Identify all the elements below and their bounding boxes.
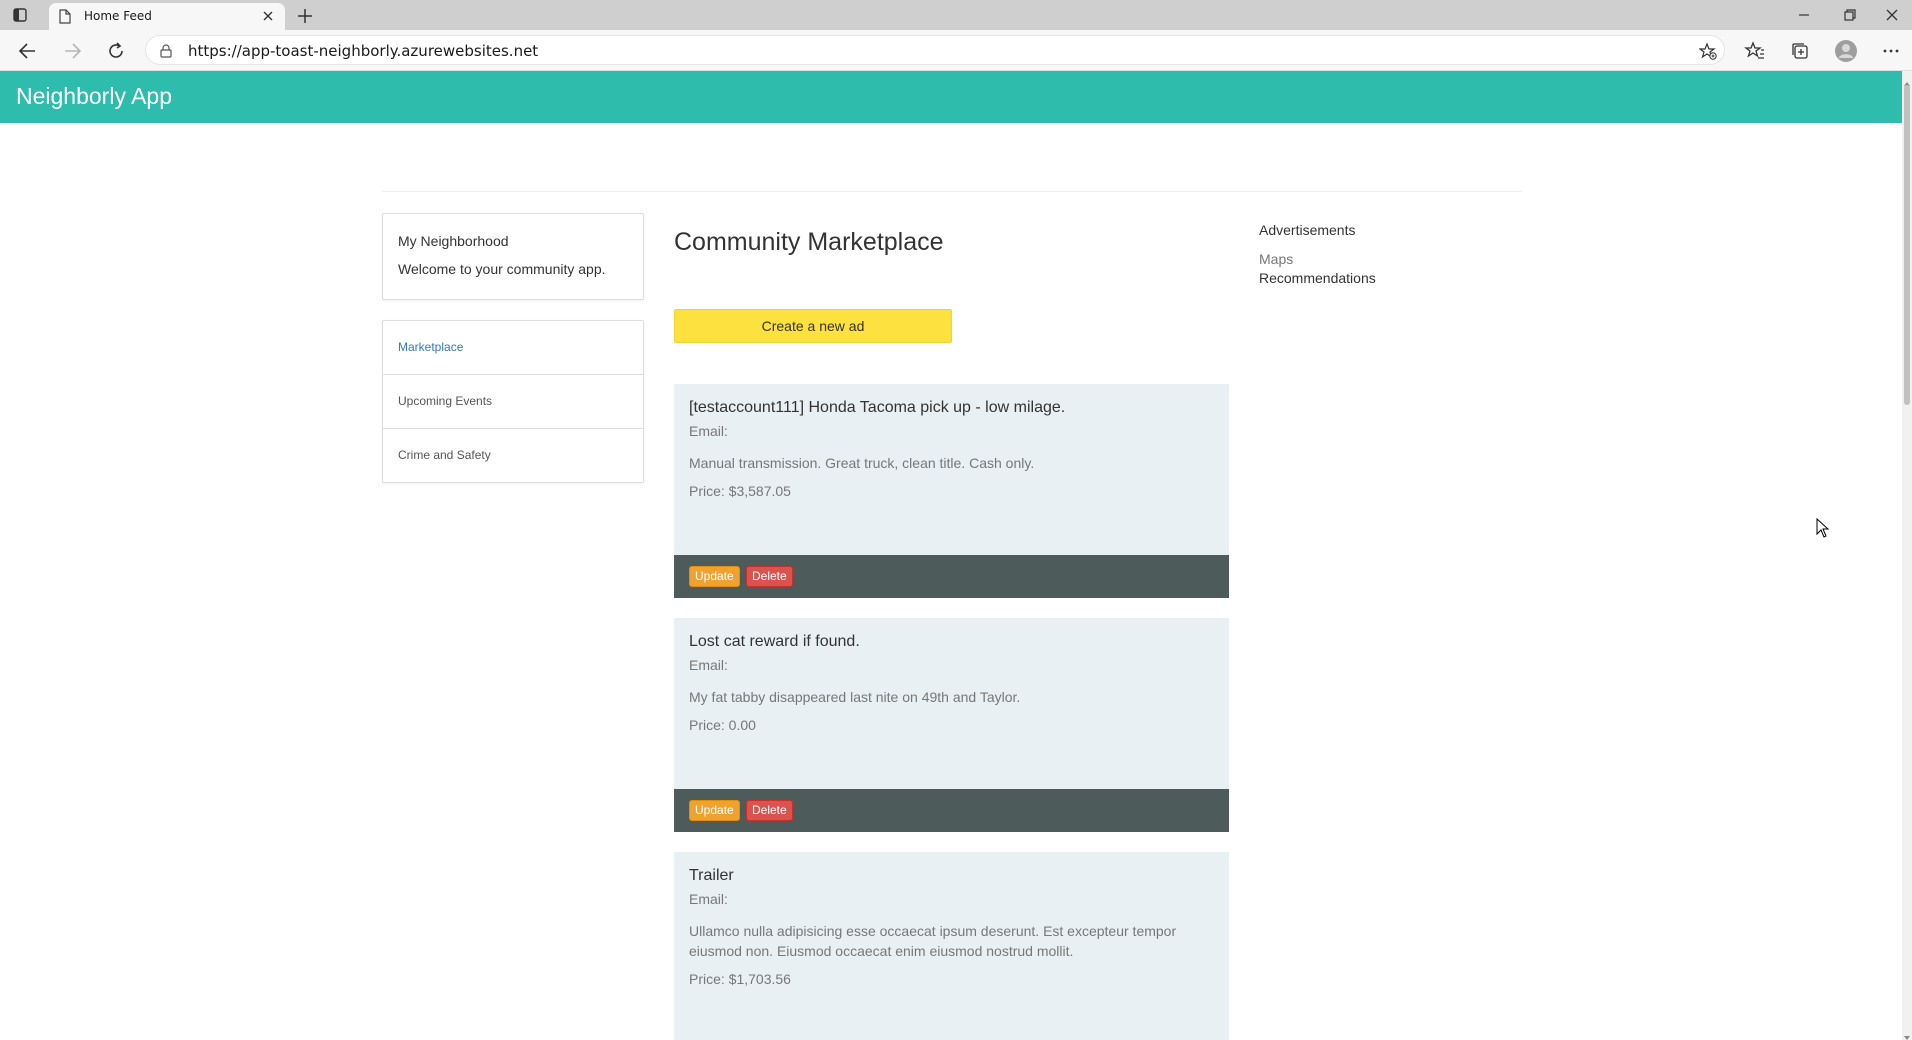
favorites-icon[interactable]: [1743, 39, 1767, 63]
update-button[interactable]: Update: [689, 800, 740, 821]
ad-title: Lost cat reward if found.: [689, 633, 860, 650]
ad-card: [testaccount111] Honda Tacoma pick up - …: [674, 384, 1229, 555]
minimize-icon[interactable]: [1784, 2, 1824, 28]
scroll-down-icon[interactable]: [1904, 1028, 1910, 1040]
sidebar-item-label[interactable]: Marketplace: [398, 340, 463, 354]
ad-card: Trailer Email: Ullamco nulla adipisicing…: [674, 852, 1229, 1040]
ad-title: [testaccount111] Honda Tacoma pick up - …: [689, 399, 1066, 416]
refresh-icon[interactable]: [103, 39, 129, 63]
address-bar[interactable]: https://app-toast-neighborly.azurewebsit…: [145, 35, 1725, 65]
ad-email-label: Email:: [689, 423, 728, 439]
app-brand[interactable]: Neighborly App: [16, 83, 172, 110]
ad-card-footer: Update Delete: [674, 555, 1229, 598]
advertisements-maps-link[interactable]: Maps: [1259, 251, 1293, 267]
welcome-panel: My Neighborhood Welcome to your communit…: [382, 213, 644, 300]
page-title: Community Marketplace: [674, 228, 944, 256]
page-scrollbar[interactable]: [1902, 71, 1912, 1040]
add-favorite-icon[interactable]: [1698, 42, 1717, 60]
ad-price: Price: $3,587.05: [689, 483, 791, 499]
sidebar-item-label[interactable]: Upcoming Events: [398, 394, 492, 408]
advertisements-recommendations-link[interactable]: Recommendations: [1259, 270, 1376, 286]
browser-tab-home-feed[interactable]: Home Feed: [49, 3, 285, 30]
ad-description: My fat tabby disappeared last nite on 49…: [689, 689, 1021, 705]
delete-button[interactable]: Delete: [746, 800, 793, 821]
url-text[interactable]: https://app-toast-neighborly.azurewebsit…: [188, 42, 538, 60]
close-window-icon[interactable]: [1872, 2, 1912, 28]
ad-email-label: Email:: [689, 657, 728, 673]
content-divider: [382, 191, 1522, 192]
browser-tab-bar: Home Feed: [0, 0, 1912, 30]
sidebar-nav: Marketplace Upcoming Events Crime and Sa…: [382, 320, 644, 483]
new-tab-icon[interactable]: [294, 6, 316, 26]
app-navbar: Neighborly App: [0, 71, 1902, 123]
create-ad-button[interactable]: Create a new ad: [674, 309, 952, 343]
sidebar-item-label[interactable]: Crime and Safety: [398, 448, 491, 462]
restore-icon[interactable]: [1830, 2, 1870, 28]
close-tab-icon[interactable]: [259, 7, 277, 25]
ad-email-label: Email:: [689, 891, 728, 907]
mouse-cursor-icon: [1816, 517, 1830, 538]
back-icon[interactable]: [15, 39, 41, 63]
welcome-text: Welcome to your community app.: [398, 261, 606, 277]
scroll-up-icon[interactable]: [1904, 74, 1910, 86]
ad-price: Price: $1,703.56: [689, 971, 791, 987]
ad-card-footer: Update Delete: [674, 789, 1229, 832]
delete-button[interactable]: Delete: [746, 566, 793, 587]
scrollbar-thumb[interactable]: [1904, 85, 1910, 405]
page-viewport: Neighborly App My Neighborhood Welcome t…: [0, 71, 1912, 1040]
profile-avatar-icon[interactable]: [1834, 39, 1858, 63]
ad-description: Manual transmission. Great truck, clean …: [689, 455, 1035, 471]
sidebar-item-upcoming-events[interactable]: Upcoming Events: [383, 375, 643, 429]
browser-toolbar: https://app-toast-neighborly.azurewebsit…: [0, 30, 1912, 71]
ad-description: Ullamco nulla adipisicing esse occaecat …: [689, 923, 1177, 959]
ad-title: Trailer: [689, 867, 734, 884]
advertisements-title: Advertisements: [1259, 222, 1356, 238]
update-button[interactable]: Update: [689, 566, 740, 587]
more-menu-icon[interactable]: [1879, 39, 1903, 63]
lock-icon[interactable]: [159, 44, 173, 58]
ad-price: Price: 0.00: [689, 717, 756, 733]
sidebar-item-crime-and-safety[interactable]: Crime and Safety: [383, 429, 643, 483]
ad-card: Lost cat reward if found. Email: My fat …: [674, 618, 1229, 789]
tab-title: Home Feed: [84, 9, 152, 23]
forward-icon[interactable]: [59, 39, 85, 63]
collections-icon[interactable]: [1788, 39, 1812, 63]
sidebar-item-marketplace[interactable]: Marketplace: [383, 321, 643, 375]
page-icon: [59, 9, 71, 24]
tab-actions-icon[interactable]: [10, 6, 30, 24]
welcome-title: My Neighborhood: [398, 233, 509, 249]
